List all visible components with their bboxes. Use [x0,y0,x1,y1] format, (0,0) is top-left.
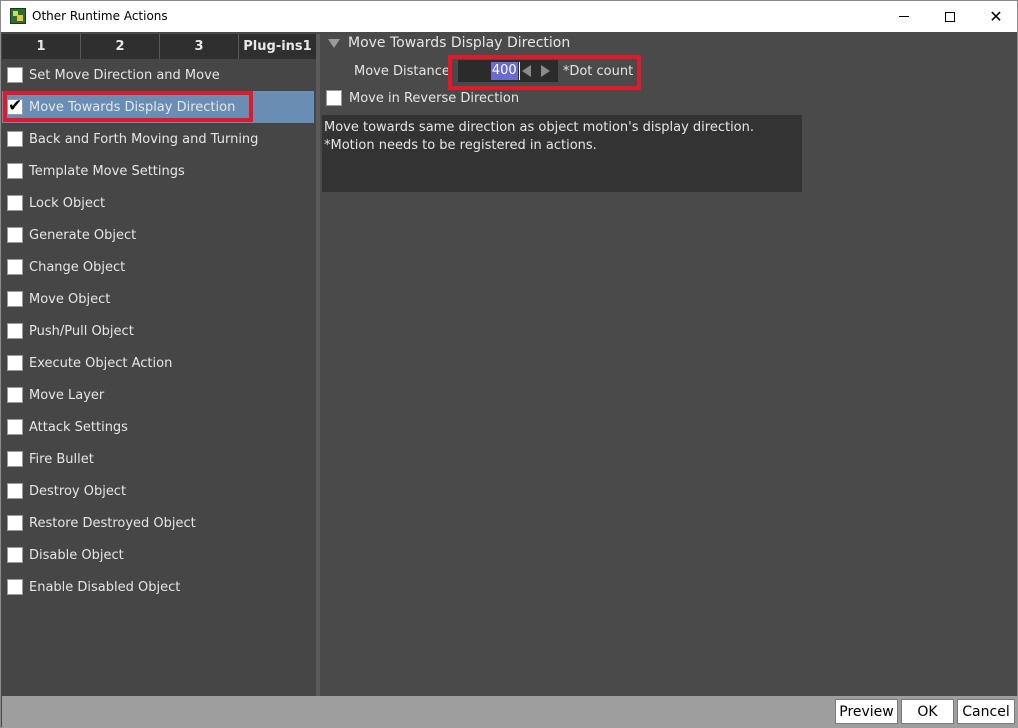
action-label: Fire Bullet [29,451,94,467]
action-label: Change Object [29,259,126,275]
description-line: Move towards same direction as object mo… [324,120,755,135]
action-checkbox[interactable] [7,291,23,307]
action-item[interactable]: Push/Pull Object [2,315,316,347]
red-annotation-box [3,91,253,122]
action-label: Lock Object [29,195,106,211]
action-label: Restore Destroyed Object [29,515,196,531]
action-checkbox[interactable] [7,355,23,371]
action-checkbox[interactable] [7,131,23,147]
action-label: Destroy Object [29,483,127,499]
action-label: Back and Forth Moving and Turning [29,131,259,147]
action-item[interactable]: Enable Disabled Object [2,571,316,603]
action-checkbox[interactable] [7,67,23,83]
action-label: Attack Settings [29,419,128,435]
action-label: Move Object [29,291,111,307]
action-label: Push/Pull Object [29,323,134,339]
collapse-triangle-icon[interactable] [328,38,340,48]
action-item-selected[interactable]: Move Towards Display Direction [2,91,316,123]
reverse-direction-checkbox[interactable] [326,90,342,106]
action-label: Execute Object Action [29,355,173,371]
action-checkbox[interactable] [7,579,23,595]
action-item[interactable]: Execute Object Action [2,347,316,379]
move-distance-label: Move Distance [354,63,450,79]
action-checkbox[interactable] [7,163,23,179]
dialog-window: Other Runtime Actions ✕ 1 2 3 Plug-ins1 … [0,0,1018,728]
cancel-button[interactable]: Cancel [957,699,1015,724]
action-list: Set Move Direction and Move Move Towards… [2,59,316,603]
action-label: Template Move Settings [29,163,185,179]
close-button[interactable]: ✕ [973,1,1018,32]
action-checkbox[interactable] [7,515,23,531]
action-list-panel: 1 2 3 Plug-ins1 Set Move Direction and M… [2,34,316,696]
action-item[interactable]: Generate Object [2,219,316,251]
action-checkbox[interactable] [7,419,23,435]
action-checkbox[interactable] [7,195,23,211]
reverse-direction-row: Move in Reverse Direction [326,90,519,106]
action-checkbox[interactable] [7,547,23,563]
section-title: Move Towards Display Direction [348,35,571,51]
ok-button[interactable]: OK [901,699,954,724]
action-label: Set Move Direction and Move [29,67,220,83]
action-item[interactable]: Template Move Settings [2,155,316,187]
action-checkbox[interactable] [7,483,23,499]
app-icon [10,8,26,24]
action-item[interactable]: Move Layer [2,379,316,411]
tab-3[interactable]: 3 [160,34,239,59]
red-annotation-box [448,55,641,90]
action-item[interactable]: Restore Destroyed Object [2,507,316,539]
tab-bar: 1 2 3 Plug-ins1 [2,34,316,59]
action-label: Disable Object [29,547,124,563]
action-item[interactable]: Destroy Object [2,475,316,507]
action-item[interactable]: Move Object [2,283,316,315]
title-bar: Other Runtime Actions ✕ [1,1,1017,32]
button-bar: Preview OK Cancel [2,696,1018,728]
action-item[interactable]: Back and Forth Moving and Turning [2,123,316,155]
section-header[interactable]: Move Towards Display Direction [328,35,570,51]
minimize-icon [899,16,909,17]
reverse-direction-label: Move in Reverse Direction [349,90,520,106]
minimize-button[interactable] [881,1,927,32]
action-label: Enable Disabled Object [29,579,181,595]
action-checkbox[interactable] [7,259,23,275]
action-item[interactable]: Lock Object [2,187,316,219]
action-checkbox[interactable] [7,387,23,403]
action-item[interactable]: Attack Settings [2,411,316,443]
description-box: Move towards same direction as object mo… [322,115,802,192]
action-checkbox[interactable] [7,227,23,243]
action-checkbox[interactable] [7,323,23,339]
close-icon: ✕ [989,7,1003,26]
maximize-icon [945,11,955,22]
window-title: Other Runtime Actions [32,9,168,23]
action-detail-panel: Move Towards Display Direction Move Dist… [320,34,1017,696]
action-checkbox[interactable] [7,451,23,467]
action-item[interactable]: Disable Object [2,539,316,571]
tab-1[interactable]: 1 [2,34,81,59]
action-label: Move Layer [29,387,105,403]
preview-button[interactable]: Preview [835,699,898,724]
maximize-button[interactable] [927,1,973,32]
description-line: *Motion needs to be registered in action… [324,138,597,153]
action-label: Generate Object [29,227,137,243]
action-item[interactable]: Set Move Direction and Move [2,59,316,91]
tab-2[interactable]: 2 [81,34,160,59]
tab-plugins1[interactable]: Plug-ins1 [239,34,316,59]
action-item[interactable]: Change Object [2,251,316,283]
action-item[interactable]: Fire Bullet [2,443,316,475]
